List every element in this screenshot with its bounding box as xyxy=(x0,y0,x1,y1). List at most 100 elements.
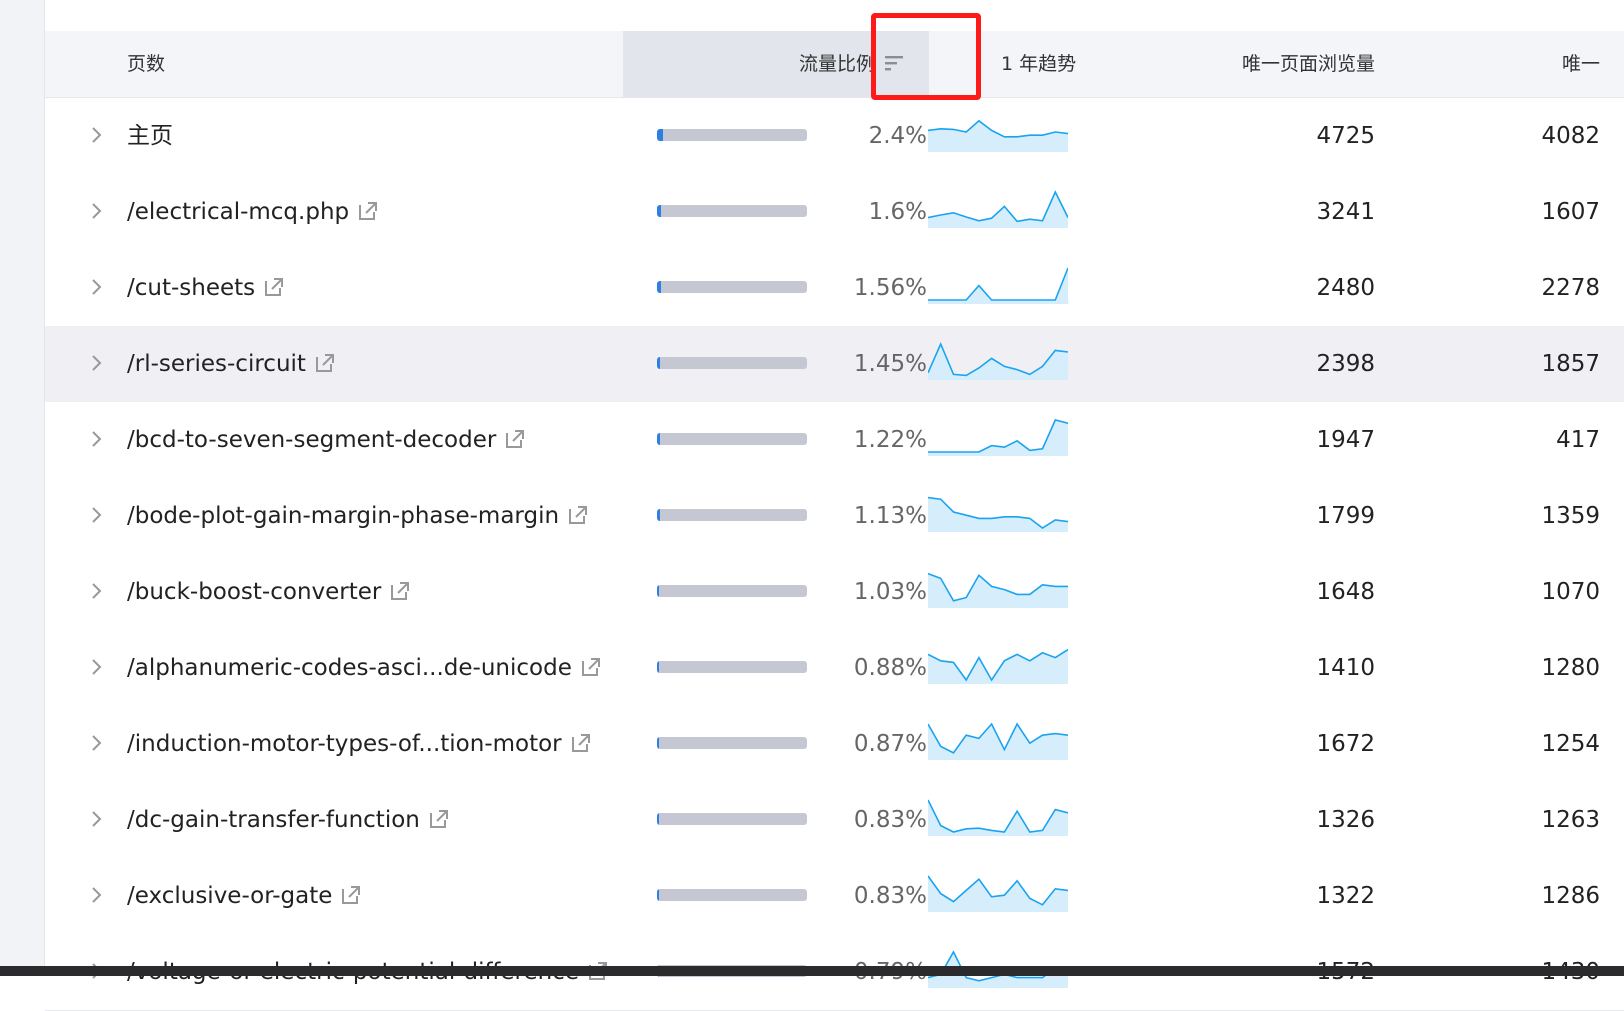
trend-sparkline xyxy=(928,572,1068,608)
page-path-label[interactable]: 主页 xyxy=(127,123,173,149)
chevron-right-icon[interactable] xyxy=(85,884,107,906)
page-path[interactable]: /induction-motor-types-of...tion-motor xyxy=(127,706,592,782)
page-path[interactable]: /bcd-to-seven-segment-decoder xyxy=(127,402,526,478)
chevron-right-icon[interactable] xyxy=(85,352,107,374)
traffic-ratio-bar-fill xyxy=(657,585,659,597)
trend-sparkline xyxy=(928,119,1068,152)
traffic-ratio-bar-fill xyxy=(657,661,659,673)
unique-value: 1857 xyxy=(1541,351,1600,377)
page-path[interactable]: /cut-sheets xyxy=(127,250,285,326)
page-path[interactable]: /buck-boost-converter xyxy=(127,554,411,630)
unique-value: 1359 xyxy=(1541,503,1600,529)
external-link-icon[interactable] xyxy=(428,808,450,830)
external-link-icon[interactable] xyxy=(504,428,526,450)
table-row[interactable]: /dc-gain-transfer-function 0.83% 1326 1263 xyxy=(45,782,1624,859)
external-link-icon[interactable] xyxy=(263,276,285,298)
unique-pageviews-value: 1648 xyxy=(1316,579,1375,605)
unique-value: 1263 xyxy=(1541,807,1600,833)
page-path-label[interactable]: /induction-motor-types-of...tion-motor xyxy=(127,731,562,757)
unique-value: 1607 xyxy=(1541,199,1600,225)
page-path[interactable]: /electrical-mcq.php xyxy=(127,174,379,250)
table-row[interactable]: /rl-series-circuit 1.45% 2398 1857 xyxy=(45,326,1624,403)
traffic-ratio-bar-fill xyxy=(657,433,660,445)
trend-sparkline xyxy=(928,648,1068,684)
page-path[interactable]: /alphanumeric-codes-asci...de-unicode xyxy=(127,630,602,706)
traffic-ratio-bar-fill xyxy=(657,737,659,749)
unique-value: 1070 xyxy=(1541,579,1600,605)
page-path-label[interactable]: /bcd-to-seven-segment-decoder xyxy=(127,427,496,453)
page-path-label[interactable]: /cut-sheets xyxy=(127,275,255,301)
traffic-ratio-bar-fill xyxy=(657,357,660,369)
chevron-right-icon[interactable] xyxy=(85,200,107,222)
page-path[interactable]: /exclusive-or-gate xyxy=(127,858,362,934)
external-link-icon[interactable] xyxy=(570,732,592,754)
traffic-ratio-bar xyxy=(657,129,807,141)
unique-pageviews-value: 1322 xyxy=(1316,883,1375,909)
column-header-unique[interactable]: 唯一 xyxy=(1505,31,1600,97)
unique-pageviews-value: 1947 xyxy=(1316,427,1375,453)
chevron-right-icon[interactable] xyxy=(85,732,107,754)
external-link-icon[interactable] xyxy=(314,352,336,374)
table-row[interactable]: /bcd-to-seven-segment-decoder 1.22% 1947 41… xyxy=(45,402,1624,479)
table-row[interactable]: /electrical-mcq.php 1.6% 3241 1607 xyxy=(45,174,1624,251)
page-path-label[interactable]: /alphanumeric-codes-asci...de-unicode xyxy=(127,655,572,681)
trend-sparkline-area xyxy=(928,120,1068,152)
traffic-ratio-value: 0.83% xyxy=(853,807,927,833)
traffic-ratio-value: 1.22% xyxy=(853,427,927,453)
table-row[interactable]: /cut-sheets 1.56% 2480 2278 xyxy=(45,250,1624,327)
unique-pageviews-value: 2398 xyxy=(1316,351,1375,377)
table-row[interactable]: 主页 2.4% 4725 4082 xyxy=(45,98,1624,175)
unique-pageviews-value: 1326 xyxy=(1316,807,1375,833)
trend-sparkline-area xyxy=(928,876,1068,912)
page-path[interactable]: /rl-series-circuit xyxy=(127,326,336,402)
traffic-ratio-bar-fill xyxy=(657,281,661,293)
page-path[interactable]: /dc-gain-transfer-function xyxy=(127,782,450,858)
chevron-right-icon[interactable] xyxy=(85,124,107,146)
external-link-icon[interactable] xyxy=(580,656,602,678)
page-path-label[interactable]: /rl-series-circuit xyxy=(127,351,306,377)
external-link-icon[interactable] xyxy=(389,580,411,602)
chevron-right-icon[interactable] xyxy=(85,580,107,602)
table-row[interactable]: /buck-boost-converter 1.03% 1648 1070 xyxy=(45,554,1624,631)
column-header-unique-pageviews[interactable]: 唯一页面浏览量 xyxy=(1145,31,1375,97)
traffic-ratio-bar-fill xyxy=(657,889,659,901)
traffic-ratio-bar xyxy=(657,585,807,597)
table-row[interactable]: /exclusive-or-gate 0.83% 1322 1286 xyxy=(45,858,1624,935)
table-row[interactable]: /induction-motor-types-of...tion-motor 0.… xyxy=(45,706,1624,783)
trend-sparkline xyxy=(928,190,1068,228)
unique-value: 4082 xyxy=(1541,123,1600,149)
column-header-traffic-ratio[interactable]: 流量比例 xyxy=(745,31,875,97)
chevron-right-icon[interactable] xyxy=(85,808,107,830)
unique-value: 1254 xyxy=(1541,731,1600,757)
external-link-icon[interactable] xyxy=(340,884,362,906)
traffic-ratio-value: 1.03% xyxy=(853,579,927,605)
page-path[interactable]: 主页 xyxy=(127,98,173,174)
page-path[interactable]: /bode-plot-gain-margin-phase-margin xyxy=(127,478,589,554)
trend-sparkline xyxy=(928,799,1068,836)
chevron-right-icon[interactable] xyxy=(85,504,107,526)
page-path-label[interactable]: /exclusive-or-gate xyxy=(127,883,332,909)
page-path-label[interactable]: /electrical-mcq.php xyxy=(127,199,349,225)
page-path-label[interactable]: /bode-plot-gain-margin-phase-margin xyxy=(127,503,559,529)
chevron-right-icon[interactable] xyxy=(85,428,107,450)
table-header: 页数 流量比例 1 年趋势 唯一页面浏览量 唯一 xyxy=(45,31,1624,98)
unique-pageviews-value: 1410 xyxy=(1316,655,1375,681)
bottom-edge-strip xyxy=(0,966,1624,976)
trend-sparkline-area xyxy=(928,268,1068,304)
chevron-right-icon[interactable] xyxy=(85,276,107,298)
page-path-label[interactable]: /buck-boost-converter xyxy=(127,579,381,605)
page-path-label[interactable]: /dc-gain-transfer-function xyxy=(127,807,420,833)
top-pages-table: 页数 流量比例 1 年趋势 唯一页面浏览量 唯一 主页 2.4% 4725 4082 /… xyxy=(45,0,1624,1011)
traffic-ratio-bar xyxy=(657,737,807,749)
table-row[interactable]: /alphanumeric-codes-asci...de-unicode 0.8… xyxy=(45,630,1624,707)
column-header-1-year-trend[interactable]: 1 年趋势 xyxy=(1001,31,1076,97)
traffic-ratio-bar xyxy=(657,661,807,673)
external-link-icon[interactable] xyxy=(357,200,379,222)
trend-sparkline xyxy=(928,419,1068,456)
traffic-ratio-bar xyxy=(657,509,807,521)
chevron-right-icon[interactable] xyxy=(85,656,107,678)
column-header-page[interactable]: 页数 xyxy=(127,31,165,97)
traffic-ratio-value: 0.83% xyxy=(853,883,927,909)
table-row[interactable]: /bode-plot-gain-margin-phase-margin 1.13%… xyxy=(45,478,1624,555)
external-link-icon[interactable] xyxy=(567,504,589,526)
